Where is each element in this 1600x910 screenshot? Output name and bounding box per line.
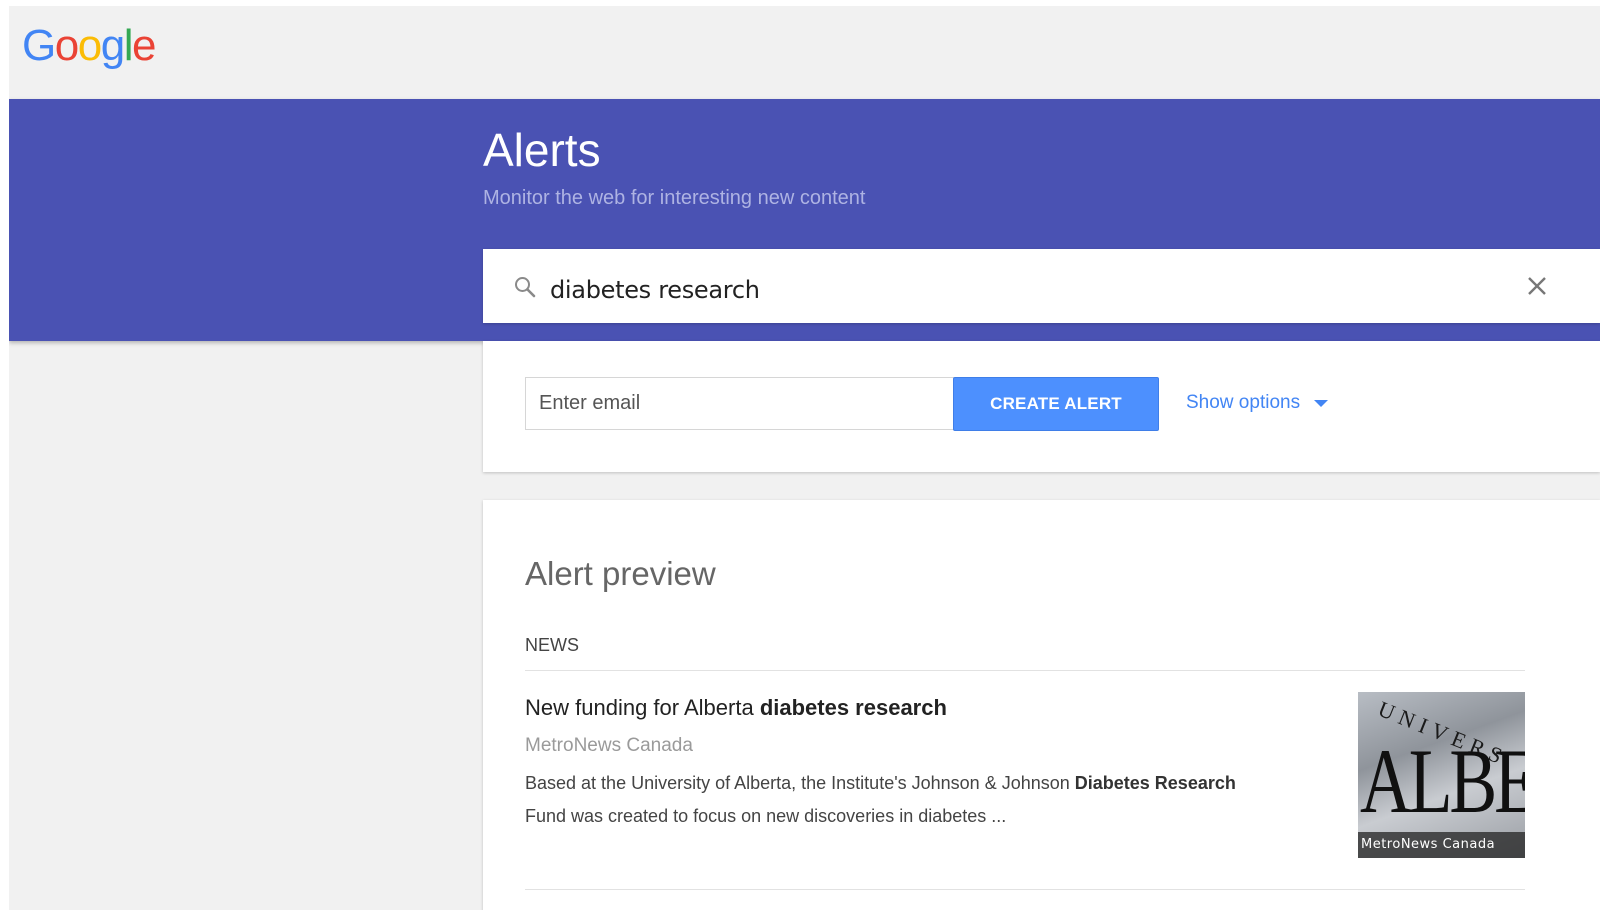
preview-title: Alert preview bbox=[525, 555, 716, 592]
caret-down-icon bbox=[1314, 399, 1329, 407]
snippet-text-2: Fund was created to focus on new discove… bbox=[525, 806, 1007, 826]
snippet-text-bold: Diabetes Research bbox=[1074, 773, 1236, 793]
news-result-snippet: Based at the University of Alberta, the … bbox=[525, 767, 1325, 833]
google-logo[interactable]: Google bbox=[22, 24, 156, 68]
create-alert-button[interactable]: CREATE ALERT bbox=[953, 377, 1159, 431]
thumbnail-sign-big-text: ALBE bbox=[1360, 730, 1525, 832]
news-result-title[interactable]: New funding for Alberta diabetes researc… bbox=[525, 695, 947, 721]
news-result-title-plain: New funding for Alberta bbox=[525, 695, 760, 720]
header-banner: Alerts Monitor the web for interesting n… bbox=[9, 99, 1600, 341]
news-result-title-bold: diabetes research bbox=[759, 695, 947, 720]
alert-options-card: CREATE ALERT Show options bbox=[483, 341, 1600, 472]
page: Google Alerts Monitor the web for intere… bbox=[9, 6, 1600, 910]
search-bar[interactable]: diabetes research bbox=[483, 249, 1600, 323]
show-options-label: Show options bbox=[1186, 392, 1301, 413]
section-label-news: NEWS bbox=[525, 635, 579, 655]
close-icon[interactable] bbox=[1525, 274, 1549, 298]
news-thumbnail[interactable]: UNIVERS ALBE MetroNews Canada bbox=[1358, 692, 1525, 858]
search-input[interactable]: diabetes research bbox=[550, 276, 760, 304]
news-result-source: MetroNews Canada bbox=[525, 735, 693, 756]
page-subtitle: Monitor the web for interesting new cont… bbox=[483, 187, 866, 209]
alert-preview-card: Alert preview NEWS New funding for Alber… bbox=[483, 500, 1600, 910]
divider bbox=[525, 670, 1525, 671]
thumbnail-caption: MetroNews Canada bbox=[1358, 832, 1525, 858]
snippet-text-1: Based at the University of Alberta, the … bbox=[525, 773, 1075, 793]
search-icon bbox=[513, 275, 537, 299]
email-field[interactable] bbox=[525, 377, 954, 430]
divider bbox=[525, 889, 1525, 890]
show-options-link[interactable]: Show options bbox=[1186, 392, 1329, 414]
page-title: Alerts bbox=[483, 124, 601, 176]
